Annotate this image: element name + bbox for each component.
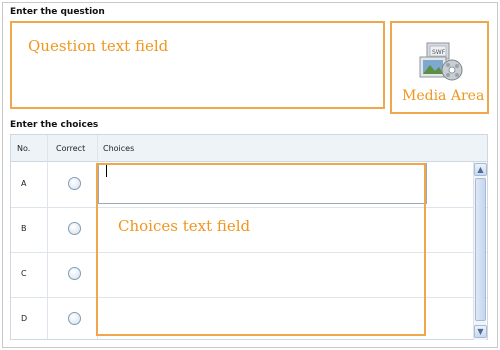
media-files-icon: SWF [419, 42, 463, 81]
choices-section-title: Enter the choices [10, 120, 99, 130]
correct-radio-b[interactable] [68, 222, 81, 235]
correct-radio-a[interactable] [68, 177, 81, 190]
choice-row-label: D [21, 314, 28, 323]
svg-text:SWF: SWF [432, 49, 446, 56]
choice-row-label: A [21, 179, 27, 188]
media-area[interactable]: SWF Media Area [390, 21, 489, 114]
column-header-correct: Correct [56, 144, 86, 153]
question-section-title: Enter the question [10, 7, 105, 17]
question-field-annotation: Question text field [28, 37, 169, 55]
scroll-down-button[interactable]: ▼ [474, 325, 487, 338]
choice-row-label: B [21, 224, 27, 233]
media-area-annotation: Media Area [402, 88, 485, 104]
correct-radio-d[interactable] [68, 312, 81, 325]
correct-radio-c[interactable] [68, 267, 81, 280]
choices-scrollbar[interactable]: ▲ ▼ [473, 162, 487, 340]
choices-text-field[interactable]: Choices text field [96, 163, 426, 336]
column-header-choices: Choices [103, 144, 135, 153]
scroll-up-button[interactable]: ▲ [474, 163, 487, 176]
column-header-number: No. [17, 144, 31, 153]
choices-field-annotation: Choices text field [118, 217, 251, 235]
choices-grid-header: No. Correct Choices [11, 135, 487, 162]
scroll-thumb[interactable] [475, 178, 486, 321]
choice-row-label: C [21, 269, 27, 278]
question-text-field[interactable]: Question text field [10, 21, 385, 109]
